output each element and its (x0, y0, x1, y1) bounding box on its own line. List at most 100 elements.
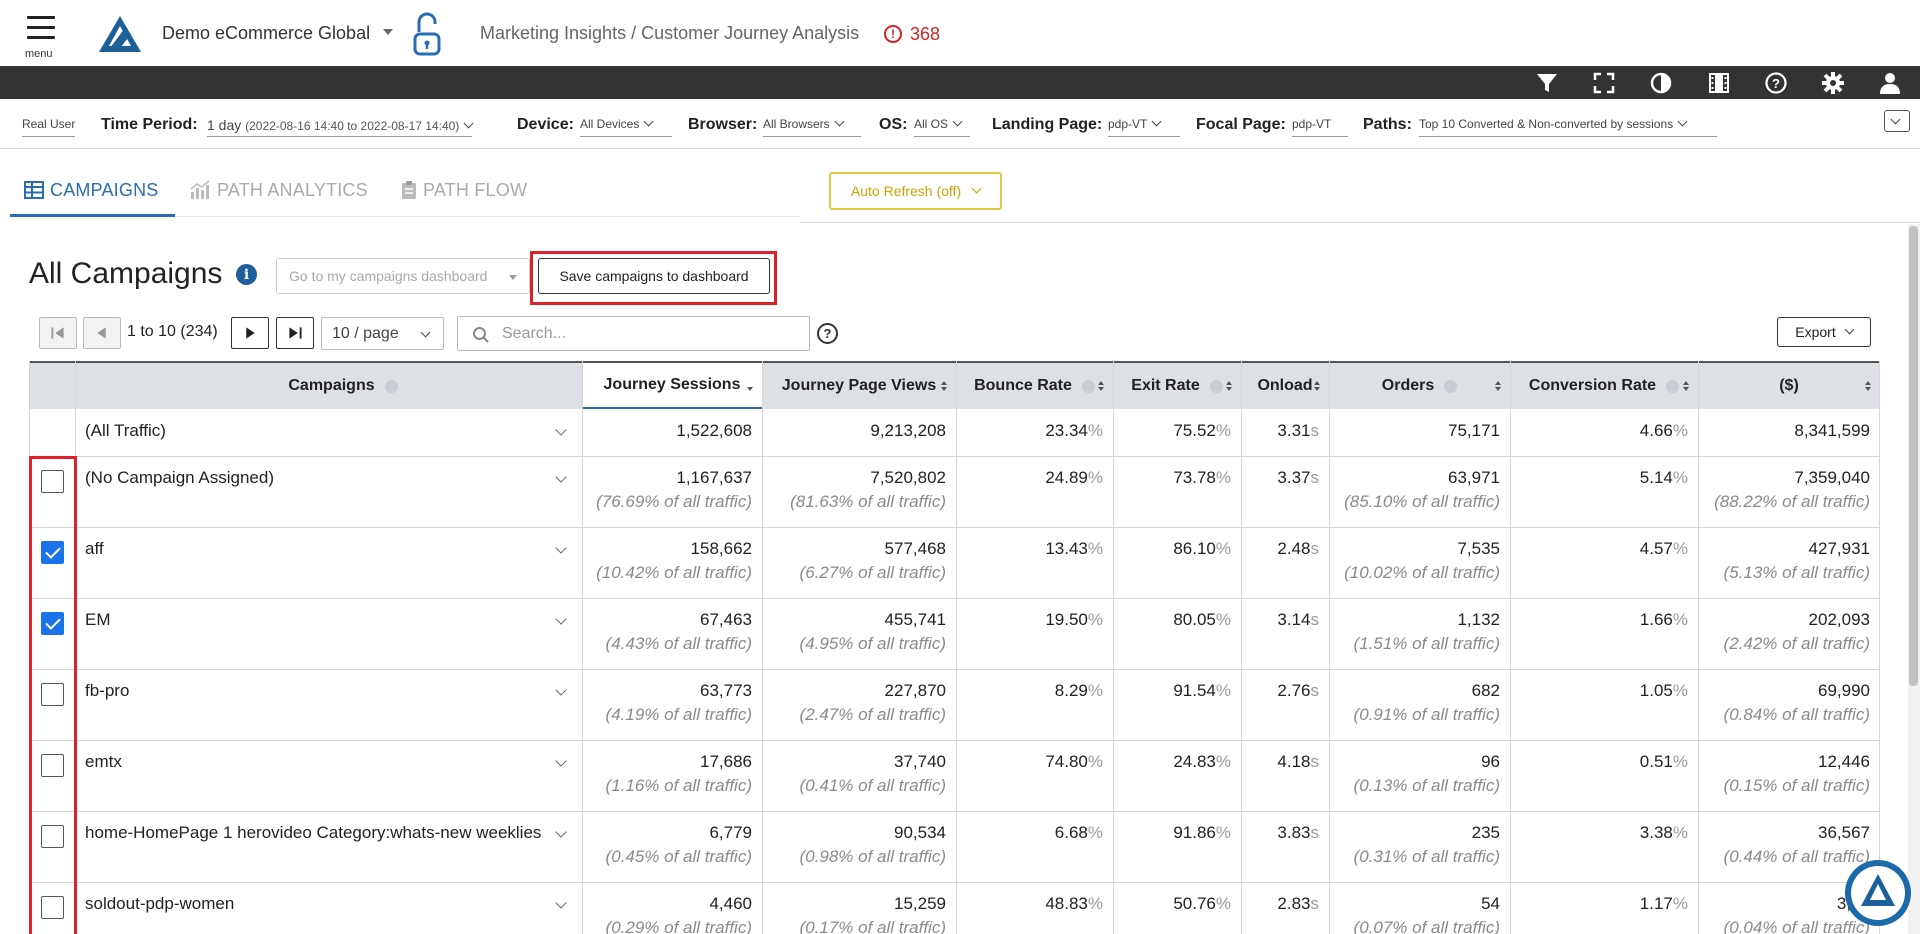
fullscreen-icon[interactable] (1591, 70, 1617, 96)
campaign-name[interactable]: fb-pro (85, 681, 129, 701)
save-campaigns-button[interactable]: Save campaigns to dashboard (538, 258, 770, 294)
cell-value: 19.50 (1045, 610, 1088, 629)
campaign-name[interactable]: soldout-pdp-women (85, 894, 234, 914)
column-header-label: Journey Sessions (603, 376, 741, 393)
last-page-button[interactable] (276, 317, 314, 349)
paths-label: Paths: (1363, 116, 1412, 133)
search-input[interactable] (502, 323, 802, 345)
cell-value: 3.37 (1277, 468, 1311, 487)
sort-icon[interactable] (1495, 381, 1502, 393)
chevron-down-icon[interactable] (555, 684, 567, 696)
filter-icon[interactable] (1534, 70, 1560, 96)
sort-icon[interactable] (1314, 381, 1321, 393)
chevron-down-icon[interactable] (555, 755, 567, 767)
chevron-down-icon[interactable] (555, 471, 567, 483)
scrollbar-thumb[interactable] (1909, 226, 1918, 686)
sort-icon[interactable] (941, 381, 948, 393)
auto-refresh-dropdown[interactable]: Auto Refresh (off) (829, 172, 1002, 210)
browser-select[interactable]: All Browsers (763, 116, 861, 137)
first-page-button[interactable] (39, 317, 77, 349)
menu-button[interactable]: menu (24, 14, 60, 60)
campaign-name[interactable]: (All Traffic) (85, 421, 166, 441)
cell-value: 2.48 (1277, 539, 1311, 558)
table-cell: 24.83% (1113, 752, 1231, 772)
info-icon[interactable] (1209, 379, 1223, 393)
collapse-filters-button[interactable] (1884, 110, 1910, 132)
campaign-name[interactable]: aff (85, 539, 104, 559)
chevron-down-icon[interactable] (555, 424, 567, 436)
campaign-name[interactable]: EM (85, 610, 111, 630)
column-header[interactable]: Bounce Rate (956, 361, 1113, 409)
info-icon[interactable]: i (236, 264, 257, 285)
sort-icon[interactable] (1865, 381, 1872, 393)
goto-dashboard-button[interactable]: Go to my campaigns dashboard (276, 258, 530, 294)
sort-icon[interactable] (1098, 381, 1105, 393)
cell-share: (0.44% of all traffic) (1723, 847, 1870, 866)
table-cell: 36,567 (1698, 823, 1870, 843)
column-header[interactable]: Journey Sessions (582, 361, 762, 409)
user-icon[interactable] (1877, 70, 1903, 96)
film-icon[interactable] (1706, 70, 1732, 96)
org-name[interactable]: Demo eCommerce Global (162, 23, 370, 44)
cell-unit: % (1215, 539, 1231, 558)
sort-icon[interactable] (747, 381, 754, 393)
question-icon[interactable]: ? (817, 323, 838, 344)
brand-assistant-button[interactable] (1845, 860, 1911, 926)
info-icon[interactable] (1081, 379, 1095, 393)
contrast-icon[interactable] (1648, 70, 1674, 96)
tab-path-analytics[interactable]: PATH ANALYTICS (189, 178, 368, 202)
sort-icon[interactable] (1226, 381, 1233, 393)
column-header[interactable]: Campaigns (75, 361, 611, 409)
column-header[interactable]: Exit Rate (1113, 361, 1241, 409)
gear-icon[interactable] (1820, 70, 1846, 96)
column-header[interactable]: Onload (1241, 361, 1329, 409)
tab-path-flow[interactable]: PATH FLOW (401, 178, 527, 202)
next-page-button[interactable] (231, 317, 269, 349)
cell-value: 1.05 (1639, 681, 1673, 700)
info-icon[interactable] (1444, 379, 1458, 393)
unlock-icon[interactable] (411, 12, 443, 58)
export-button[interactable]: Export (1777, 317, 1871, 347)
per-page-select[interactable]: 10 / page (321, 317, 444, 350)
cell-value: 80.05 (1173, 610, 1216, 629)
info-icon[interactable] (1666, 379, 1680, 393)
device-select[interactable]: All Devices (580, 116, 672, 137)
cell-value: 3.31 (1277, 421, 1311, 440)
cell-unit: s (1310, 681, 1320, 700)
search-box[interactable] (457, 316, 810, 351)
campaign-name[interactable]: home-HomePage 1 herovideo Category:whats… (85, 823, 541, 843)
column-header[interactable]: Journey Page Views (762, 361, 956, 409)
chevron-down-icon[interactable] (555, 897, 567, 909)
chevron-down-icon[interactable] (555, 613, 567, 625)
cell-share: (0.84% of all traffic) (1723, 705, 1870, 724)
cell-share: (81.63% of all traffic) (790, 492, 946, 511)
tab-campaigns[interactable]: CAMPAIGNS (24, 178, 158, 202)
cell-share: (6.27% of all traffic) (799, 563, 946, 582)
prev-page-button[interactable] (83, 317, 121, 349)
alert-badge[interactable]: ! 368 (884, 22, 940, 46)
focal-page-select[interactable]: pdp-VT (1292, 117, 1348, 137)
cell-value: 4.57 (1639, 539, 1673, 558)
cell-value: 0.51 (1639, 752, 1673, 771)
campaign-name[interactable]: (No Campaign Assigned) (85, 468, 274, 488)
table-cell: 96 (1329, 752, 1500, 772)
sort-icon[interactable] (1683, 381, 1690, 393)
landing-page-select[interactable]: pdp-VT (1108, 116, 1180, 137)
os-select[interactable]: All OS (914, 116, 970, 137)
segment-select[interactable]: Real User (22, 117, 76, 137)
cell-value: 73.78 (1173, 468, 1216, 487)
chevron-down-icon[interactable] (383, 29, 393, 35)
help-icon[interactable]: ? (1763, 70, 1789, 96)
cell-unit: % (1087, 421, 1103, 440)
cell-unit: % (1215, 421, 1231, 440)
campaign-name[interactable]: emtx (85, 752, 122, 772)
paths-select[interactable]: Top 10 Converted & Non-converted by sess… (1419, 116, 1717, 137)
time-period-select[interactable]: 1 day (2022-08-16 14:40 to 2022-08-17 14… (207, 117, 474, 137)
info-icon[interactable] (384, 379, 398, 393)
chevron-down-icon[interactable] (555, 826, 567, 838)
column-header[interactable]: ($) (1698, 361, 1880, 409)
column-header[interactable]: Conversion Rate (1510, 361, 1698, 409)
chevron-down-icon[interactable] (555, 542, 567, 554)
cell-unit: % (1087, 468, 1103, 487)
column-header[interactable]: Orders (1329, 361, 1510, 409)
